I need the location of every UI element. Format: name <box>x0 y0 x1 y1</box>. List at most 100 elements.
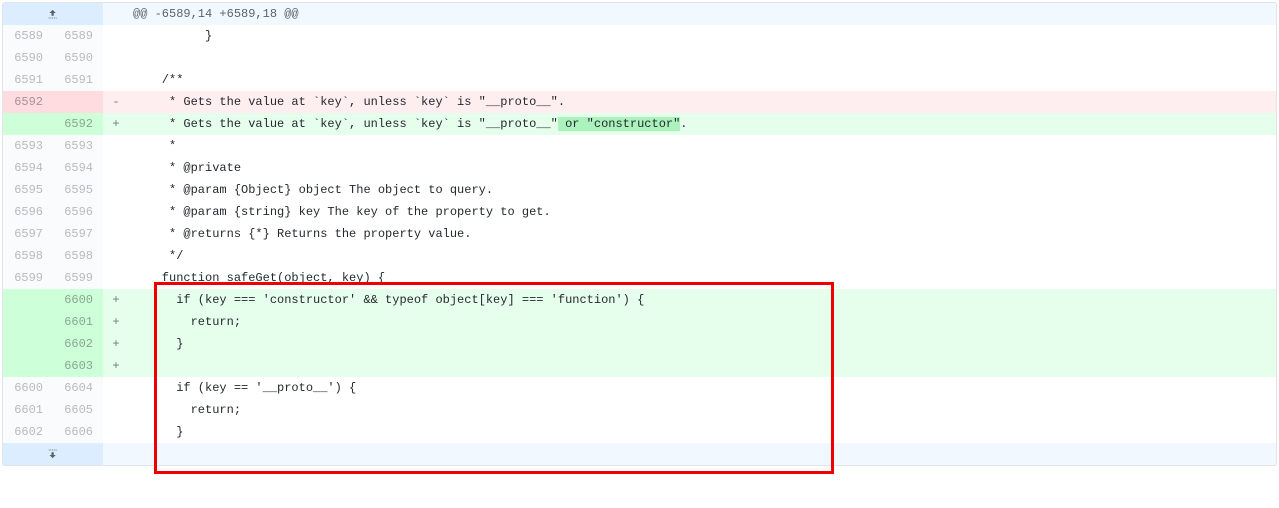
code-content <box>125 355 1276 377</box>
expand-up-button[interactable] <box>3 3 103 25</box>
diff-line-context: 65916591 /** <box>3 69 1276 91</box>
diff-marker <box>103 399 125 421</box>
diff-marker <box>103 69 125 91</box>
diff-line-context: 65966596 * @param {string} key The key o… <box>3 201 1276 223</box>
diff-marker: + <box>103 333 125 355</box>
diff-line-addition: 6602+ } <box>3 333 1276 355</box>
diff-line-addition: 6600+ if (key === 'constructor' && typeo… <box>3 289 1276 311</box>
code-content: } <box>125 421 1276 443</box>
old-line-number[interactable]: 6590 <box>3 47 53 69</box>
code-content: return; <box>125 399 1276 421</box>
inline-addition-highlight: or "constructor" <box>558 117 680 131</box>
diff-marker <box>103 201 125 223</box>
diff-line-context: 66006604 if (key == '__proto__') { <box>3 377 1276 399</box>
diff-line-context: 65946594 * @private <box>3 157 1276 179</box>
new-line-number[interactable]: 6591 <box>53 69 103 91</box>
code-content: if (key == '__proto__') { <box>125 377 1276 399</box>
old-line-number[interactable] <box>3 113 53 135</box>
diff-marker: + <box>103 355 125 377</box>
hunk-footer-spacer <box>125 443 1276 465</box>
old-line-number[interactable] <box>3 355 53 377</box>
old-line-number[interactable] <box>3 289 53 311</box>
new-line-number[interactable]: 6590 <box>53 47 103 69</box>
code-content: * @private <box>125 157 1276 179</box>
diff-marker <box>103 421 125 443</box>
code-content <box>125 47 1276 69</box>
new-line-number[interactable]: 6606 <box>53 421 103 443</box>
new-line-number[interactable]: 6593 <box>53 135 103 157</box>
diff-marker <box>103 3 125 25</box>
code-content: if (key === 'constructor' && typeof obje… <box>125 289 1276 311</box>
code-content: * @param {Object} object The object to q… <box>125 179 1276 201</box>
new-line-number[interactable]: 6605 <box>53 399 103 421</box>
code-content: } <box>125 333 1276 355</box>
old-line-number[interactable]: 6591 <box>3 69 53 91</box>
hunk-header-text: @@ -6589,14 +6589,18 @@ <box>125 3 1276 25</box>
new-line-number[interactable] <box>53 91 103 113</box>
diff-line-context: 65956595 * @param {Object} object The ob… <box>3 179 1276 201</box>
new-line-number[interactable]: 6594 <box>53 157 103 179</box>
diff-marker <box>103 135 125 157</box>
diff-line-context: 65936593 * <box>3 135 1276 157</box>
code-content: * @returns {*} Returns the property valu… <box>125 223 1276 245</box>
old-line-number[interactable]: 6597 <box>3 223 53 245</box>
diff-line-addition: 6601+ return; <box>3 311 1276 333</box>
diff-line-addition: 6592+ * Gets the value at `key`, unless … <box>3 113 1276 135</box>
old-line-number[interactable]: 6596 <box>3 201 53 223</box>
diff-line-context: 65906590 <box>3 47 1276 69</box>
new-line-number[interactable]: 6597 <box>53 223 103 245</box>
diff-marker: + <box>103 311 125 333</box>
old-line-number[interactable]: 6592 <box>3 91 53 113</box>
diff-marker: - <box>103 91 125 113</box>
code-content: */ <box>125 245 1276 267</box>
old-line-number[interactable]: 6595 <box>3 179 53 201</box>
old-line-number[interactable]: 6601 <box>3 399 53 421</box>
new-line-number[interactable]: 6592 <box>53 113 103 135</box>
new-line-number[interactable]: 6602 <box>53 333 103 355</box>
code-content: * Gets the value at `key`, unless `key` … <box>125 91 1276 113</box>
new-line-number[interactable]: 6595 <box>53 179 103 201</box>
new-line-number[interactable]: 6604 <box>53 377 103 399</box>
diff-line-context: 65996599 function safeGet(object, key) { <box>3 267 1276 289</box>
hunk-header-row: @@ -6589,14 +6589,18 @@ <box>3 3 1276 25</box>
diff-line-context: 66016605 return; <box>3 399 1276 421</box>
expand-down-button[interactable] <box>3 443 103 465</box>
old-line-number[interactable]: 6599 <box>3 267 53 289</box>
new-line-number[interactable]: 6601 <box>53 311 103 333</box>
diff-marker <box>103 25 125 47</box>
code-content: * Gets the value at `key`, unless `key` … <box>125 113 1276 135</box>
code-content: } <box>125 25 1276 47</box>
new-line-number[interactable]: 6603 <box>53 355 103 377</box>
code-content: * @param {string} key The key of the pro… <box>125 201 1276 223</box>
diff-marker <box>103 267 125 289</box>
diff-marker <box>103 443 125 465</box>
new-line-number[interactable]: 6600 <box>53 289 103 311</box>
old-line-number[interactable] <box>3 333 53 355</box>
old-line-number[interactable]: 6600 <box>3 377 53 399</box>
diff-line-deletion: 6592 - * Gets the value at `key`, unless … <box>3 91 1276 113</box>
new-line-number[interactable]: 6599 <box>53 267 103 289</box>
code-content: function safeGet(object, key) { <box>125 267 1276 289</box>
diff-line-context: 65986598 */ <box>3 245 1276 267</box>
new-line-number[interactable]: 6598 <box>53 245 103 267</box>
old-line-number[interactable]: 6589 <box>3 25 53 47</box>
old-line-number[interactable]: 6593 <box>3 135 53 157</box>
expand-up-icon <box>46 7 60 21</box>
code-content: return; <box>125 311 1276 333</box>
diff-marker <box>103 157 125 179</box>
old-line-number[interactable]: 6598 <box>3 245 53 267</box>
diff-line-context: 65976597 * @returns {*} Returns the prop… <box>3 223 1276 245</box>
new-line-number[interactable]: 6589 <box>53 25 103 47</box>
old-line-number[interactable]: 6594 <box>3 157 53 179</box>
diff-marker <box>103 47 125 69</box>
expand-down-icon <box>46 447 60 461</box>
old-line-number[interactable]: 6602 <box>3 421 53 443</box>
new-line-number[interactable]: 6596 <box>53 201 103 223</box>
diff-marker <box>103 223 125 245</box>
diff-marker <box>103 245 125 267</box>
hunk-footer-row <box>3 443 1276 465</box>
old-line-number[interactable] <box>3 311 53 333</box>
code-content: * <box>125 135 1276 157</box>
diff-line-context: 65896589 } <box>3 25 1276 47</box>
diff-table: @@ -6589,14 +6589,18 @@ 65896589 }659065… <box>2 2 1277 466</box>
